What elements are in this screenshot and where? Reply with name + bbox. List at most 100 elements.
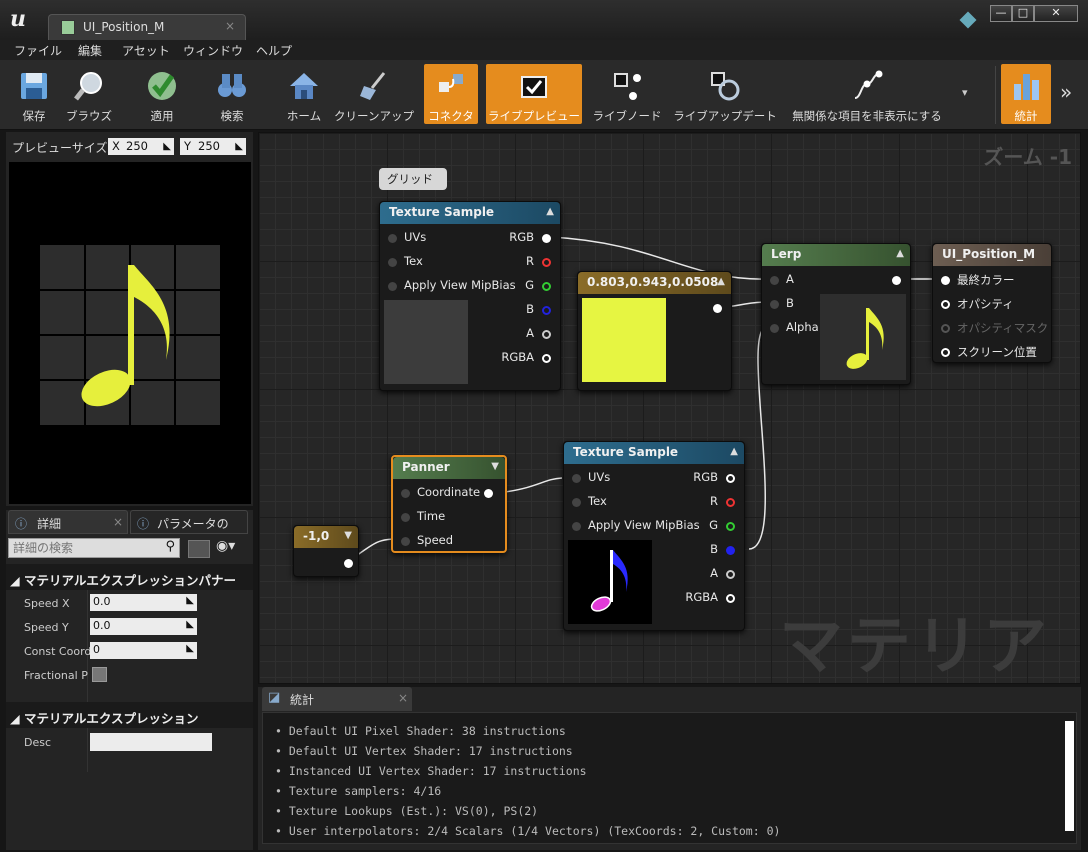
- pin-rgb-out[interactable]: [726, 474, 735, 483]
- preview-size-bar: プレビューサイズ X 250 ◣ Y 250 ◣: [6, 132, 253, 160]
- stat-line: • Default UI Vertex Shader: 17 instructi…: [275, 744, 573, 758]
- preview-size-y-field[interactable]: Y 250 ◣: [180, 138, 246, 155]
- result-node[interactable]: UI_Position_M 最終カラー オパシティ オパシティマスク スクリーン…: [932, 243, 1052, 363]
- live-preview-button[interactable]: ライブプレビュー: [486, 64, 582, 124]
- tab-close-icon[interactable]: ×: [113, 515, 123, 529]
- speed-y-field[interactable]: 0.0 ◣: [90, 618, 197, 635]
- section-expression[interactable]: ◢ マテリアルエクスプレッション: [6, 702, 253, 728]
- hide-unrelated-button[interactable]: 無関係な項目を非表示にする: [786, 64, 948, 124]
- pin-opacity-mask[interactable]: [941, 324, 950, 333]
- pin-tex[interactable]: [572, 498, 581, 507]
- toolbar-more-icon[interactable]: »: [1060, 80, 1072, 104]
- pin-b-out[interactable]: [542, 306, 551, 315]
- pin-vector-out[interactable]: [344, 559, 353, 568]
- stat-line: • Texture Lookups (Est.): VS(0), PS(2): [275, 804, 539, 818]
- maximize-button[interactable]: □: [1012, 5, 1034, 22]
- pin-opacity[interactable]: [941, 300, 950, 309]
- pin-color-out[interactable]: [713, 304, 722, 313]
- pin-r-out[interactable]: [726, 498, 735, 507]
- pin-lerp-out[interactable]: [892, 276, 901, 285]
- texture-sample-node-2[interactable]: Texture Sample ▲ UVs Tex Apply View MipB…: [563, 441, 745, 631]
- pin-uvs[interactable]: [388, 234, 397, 243]
- pin-a-out[interactable]: [542, 330, 551, 339]
- comment-bubble[interactable]: グリッド: [379, 168, 447, 190]
- home-icon: [290, 73, 318, 99]
- tab-close-icon[interactable]: ×: [225, 19, 235, 33]
- preview-size-x-field[interactable]: X 250 ◣: [108, 138, 174, 155]
- pin-rgb-out[interactable]: [542, 234, 551, 243]
- material-graph[interactable]: ズーム -1 マテリアル グリッド Texture Sample ▲ UVs T…: [258, 132, 1081, 684]
- menu-help[interactable]: ヘルプ: [256, 42, 292, 59]
- constant-vector2-node[interactable]: -1,0 ▼: [293, 525, 359, 577]
- apply-button[interactable]: 適用: [136, 64, 188, 124]
- save-button[interactable]: 保存: [8, 64, 60, 124]
- pin-alpha-in[interactable]: [770, 324, 779, 333]
- pin-b-out[interactable]: [726, 546, 735, 555]
- collapse-icon[interactable]: ▲: [546, 206, 554, 217]
- speed-x-field[interactable]: 0.0 ◣: [90, 594, 197, 611]
- collapse-icon[interactable]: ▼: [491, 461, 499, 472]
- pin-a-out[interactable]: [726, 570, 735, 579]
- tab-details[interactable]: ⓘ 詳細 ×: [8, 510, 128, 534]
- fractional-part-checkbox[interactable]: [92, 667, 107, 682]
- pin-b-in[interactable]: [770, 300, 779, 309]
- help-icon[interactable]: [959, 11, 977, 29]
- live-update-button[interactable]: ライブアップデート: [672, 64, 778, 124]
- collapse-icon[interactable]: ▲: [717, 276, 725, 287]
- menu-asset[interactable]: アセット: [122, 42, 170, 59]
- binoculars-icon: [218, 74, 246, 97]
- pin-rgba-out[interactable]: [726, 594, 735, 603]
- preview-viewport[interactable]: [9, 162, 251, 504]
- toolbar: 保存 ブラウズ 適用 検索 ホーム クリーンアップ コネクタ ライブプレビュー …: [0, 60, 1088, 130]
- section-panner[interactable]: ◢ マテリアルエクスプレッションパナー: [6, 564, 253, 590]
- tab-close-icon[interactable]: ×: [398, 691, 408, 705]
- desc-label: Desc: [24, 736, 52, 749]
- pin-coordinate-in[interactable]: [401, 489, 410, 498]
- const-coord-field[interactable]: 0 ◣: [90, 642, 197, 659]
- toolbar-dropdown-icon[interactable]: ▾: [962, 86, 968, 99]
- search-button[interactable]: 検索: [206, 64, 258, 124]
- pin-mipbias[interactable]: [572, 522, 581, 531]
- pin-rgba-out[interactable]: [542, 354, 551, 363]
- tab-parameters[interactable]: ⓘ パラメータの: [130, 510, 248, 534]
- close-button[interactable]: ✕: [1034, 5, 1078, 22]
- pin-base-color[interactable]: [941, 276, 950, 285]
- stats-scrollbar[interactable]: [1065, 721, 1074, 831]
- menu-window[interactable]: ウィンドウ: [183, 42, 243, 59]
- pin-speed-in[interactable]: [401, 537, 410, 546]
- panner-node[interactable]: Panner ▼ Coordinate Time Speed: [391, 455, 507, 553]
- pin-uvs[interactable]: [572, 474, 581, 483]
- pin-panner-out[interactable]: [484, 489, 493, 498]
- collapse-icon[interactable]: ▲: [730, 446, 738, 457]
- collapse-icon[interactable]: ▲: [896, 248, 904, 259]
- stats-button[interactable]: 統計: [1001, 64, 1051, 124]
- cleanup-button[interactable]: クリーンアップ: [334, 64, 414, 124]
- menu-edit[interactable]: 編集: [78, 42, 102, 59]
- home-button[interactable]: ホーム: [278, 64, 330, 124]
- pin-screen-position[interactable]: [941, 348, 950, 357]
- constant-color-node[interactable]: 0.803,0.943,0.0508 ▲: [577, 271, 732, 391]
- pin-time-in[interactable]: [401, 513, 410, 522]
- pin-g-out[interactable]: [726, 522, 735, 531]
- browse-button[interactable]: ブラウズ: [62, 64, 116, 124]
- color-swatch: [582, 298, 666, 382]
- pin-mipbias[interactable]: [388, 282, 397, 291]
- minimize-button[interactable]: —: [990, 5, 1012, 22]
- collapse-icon[interactable]: ▼: [344, 530, 352, 541]
- pin-tex[interactable]: [388, 258, 397, 267]
- document-tab[interactable]: UI_Position_M ×: [48, 14, 246, 40]
- pin-r-out[interactable]: [542, 258, 551, 267]
- texture-sample-node-1[interactable]: Texture Sample ▲ UVs Tex Apply View MipB…: [379, 201, 561, 391]
- connector-button[interactable]: コネクタ: [424, 64, 478, 124]
- details-search-input[interactable]: [9, 539, 159, 557]
- tab-stats[interactable]: ◪ 統計 ×: [262, 687, 412, 711]
- live-node-button[interactable]: ライブノード: [590, 64, 664, 124]
- live-node-icon: [614, 73, 641, 100]
- desc-field[interactable]: [90, 733, 212, 751]
- visibility-eye-icon[interactable]: ◉▾: [216, 538, 235, 554]
- pin-g-out[interactable]: [542, 282, 551, 291]
- menu-file[interactable]: ファイル: [14, 42, 62, 59]
- lerp-node[interactable]: Lerp ▲ A B Alpha: [761, 243, 911, 385]
- grid-view-icon[interactable]: [188, 540, 210, 558]
- pin-a-in[interactable]: [770, 276, 779, 285]
